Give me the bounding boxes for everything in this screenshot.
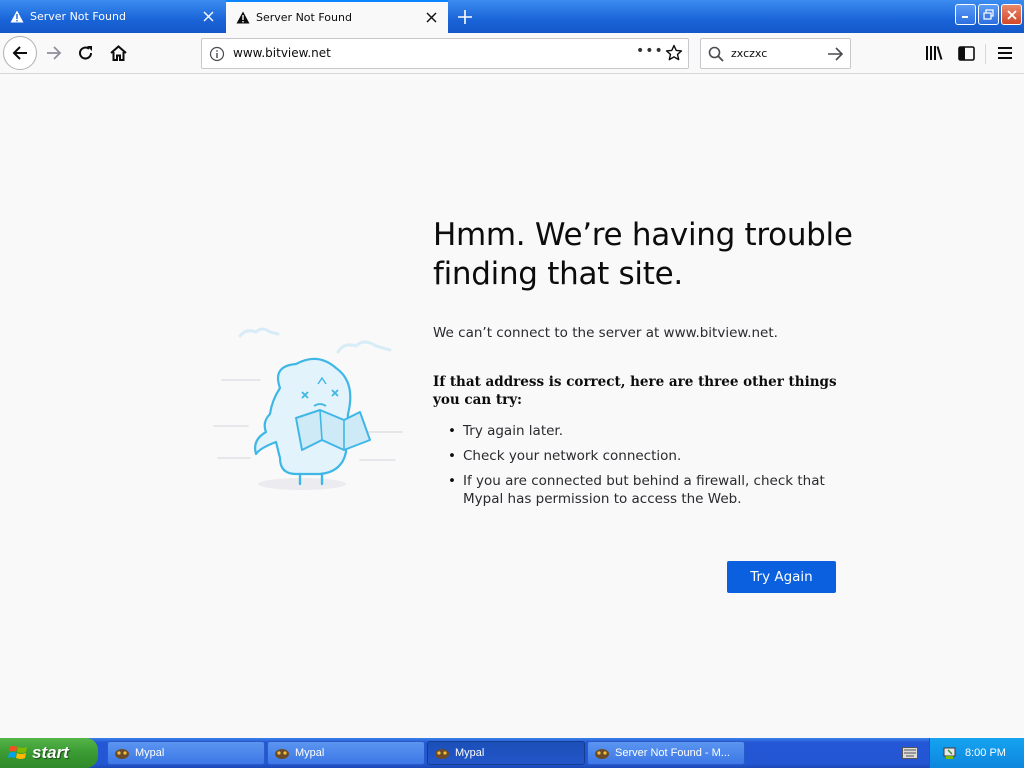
forward-button[interactable] xyxy=(39,38,69,68)
new-tab-button[interactable] xyxy=(452,4,478,30)
restore-button[interactable] xyxy=(978,4,999,25)
taskbar: start Mypal Mypal Mypal Server Not Found… xyxy=(0,738,1024,768)
url-text[interactable]: www.bitview.net xyxy=(233,46,331,60)
taskbar-item-label: Server Not Found - M... xyxy=(615,747,730,759)
error-long-title: If that address is correct, here are thr… xyxy=(433,374,837,408)
error-title: Hmm. We’re having trouble finding that s… xyxy=(433,217,853,292)
taskbar-item-label: Mypal xyxy=(295,747,325,759)
tab-server-not-found-2[interactable]: Server Not Found xyxy=(226,0,448,33)
list-item: Check your network connection. xyxy=(448,447,838,465)
page-actions-icon[interactable]: ••• xyxy=(636,43,664,59)
plus-icon xyxy=(458,10,472,24)
tray-network-icon[interactable] xyxy=(942,745,958,761)
minimize-button[interactable] xyxy=(955,4,976,25)
suggestion-list: Try again later. Check your network conn… xyxy=(448,422,838,515)
menu-button[interactable] xyxy=(990,38,1020,68)
error-illustration xyxy=(213,327,403,490)
start-label: start xyxy=(32,743,69,762)
mypal-app-icon xyxy=(595,749,609,759)
taskbar-item-mypal[interactable]: Mypal xyxy=(427,741,585,765)
close-tab-icon[interactable] xyxy=(420,7,442,29)
minimize-icon xyxy=(962,16,968,18)
hamburger-menu-icon xyxy=(998,47,1012,59)
search-bar[interactable]: zxczxc xyxy=(700,38,851,69)
sidebar-icon xyxy=(957,45,975,61)
tab-server-not-found-1[interactable]: Server Not Found xyxy=(0,0,225,33)
list-item: If you are connected but behind a firewa… xyxy=(448,472,838,508)
warning-icon xyxy=(10,10,24,23)
tab-title: Server Not Found xyxy=(30,10,126,23)
error-short-description: We can’t connect to the server at www.bi… xyxy=(433,325,778,341)
search-icon xyxy=(708,46,724,62)
try-again-button[interactable]: Try Again xyxy=(727,561,836,593)
list-item: Try again later. xyxy=(448,422,838,440)
system-tray: 8:00 PM xyxy=(929,738,1024,768)
toolbar-divider xyxy=(985,44,986,64)
library-button[interactable] xyxy=(919,38,949,68)
library-icon xyxy=(926,46,943,60)
nav-toolbar: www.bitview.net ••• zxczxc xyxy=(0,33,1024,74)
mypal-app-icon xyxy=(115,749,129,759)
window-close-button[interactable] xyxy=(1001,4,1022,25)
taskbar-item-server-not-found[interactable]: Server Not Found - M... xyxy=(587,741,745,765)
arrow-right-icon xyxy=(47,46,62,60)
home-button[interactable] xyxy=(103,38,133,68)
taskbar-item-mypal[interactable]: Mypal xyxy=(107,741,265,765)
clock[interactable]: 8:00 PM xyxy=(965,747,1006,759)
mypal-app-icon xyxy=(275,749,289,759)
mypal-app-icon xyxy=(435,749,449,759)
home-icon xyxy=(109,45,127,61)
keyboard-icon[interactable] xyxy=(902,747,918,759)
sidebar-button[interactable] xyxy=(951,38,981,68)
reload-button[interactable] xyxy=(71,38,101,68)
search-input[interactable]: zxczxc xyxy=(731,47,767,60)
bookmark-star-icon[interactable] xyxy=(665,44,683,62)
taskbar-item-mypal[interactable]: Mypal xyxy=(267,741,425,765)
arrow-left-icon xyxy=(12,46,27,60)
tab-title: Server Not Found xyxy=(256,11,352,24)
back-button[interactable] xyxy=(3,36,37,70)
windows-logo-icon xyxy=(8,746,27,759)
close-tab-icon[interactable] xyxy=(197,6,219,28)
taskbar-item-label: Mypal xyxy=(455,747,485,759)
title-bar: Server Not Found Server Not Found xyxy=(0,0,1024,33)
close-icon xyxy=(1006,9,1017,20)
info-icon[interactable] xyxy=(209,46,225,62)
restore-icon xyxy=(983,9,994,20)
reload-icon xyxy=(79,46,93,60)
taskbar-item-label: Mypal xyxy=(135,747,165,759)
start-button[interactable]: start xyxy=(0,738,98,768)
warning-icon xyxy=(236,11,250,24)
url-bar[interactable]: www.bitview.net ••• xyxy=(201,38,689,69)
search-go-icon[interactable] xyxy=(826,45,844,63)
